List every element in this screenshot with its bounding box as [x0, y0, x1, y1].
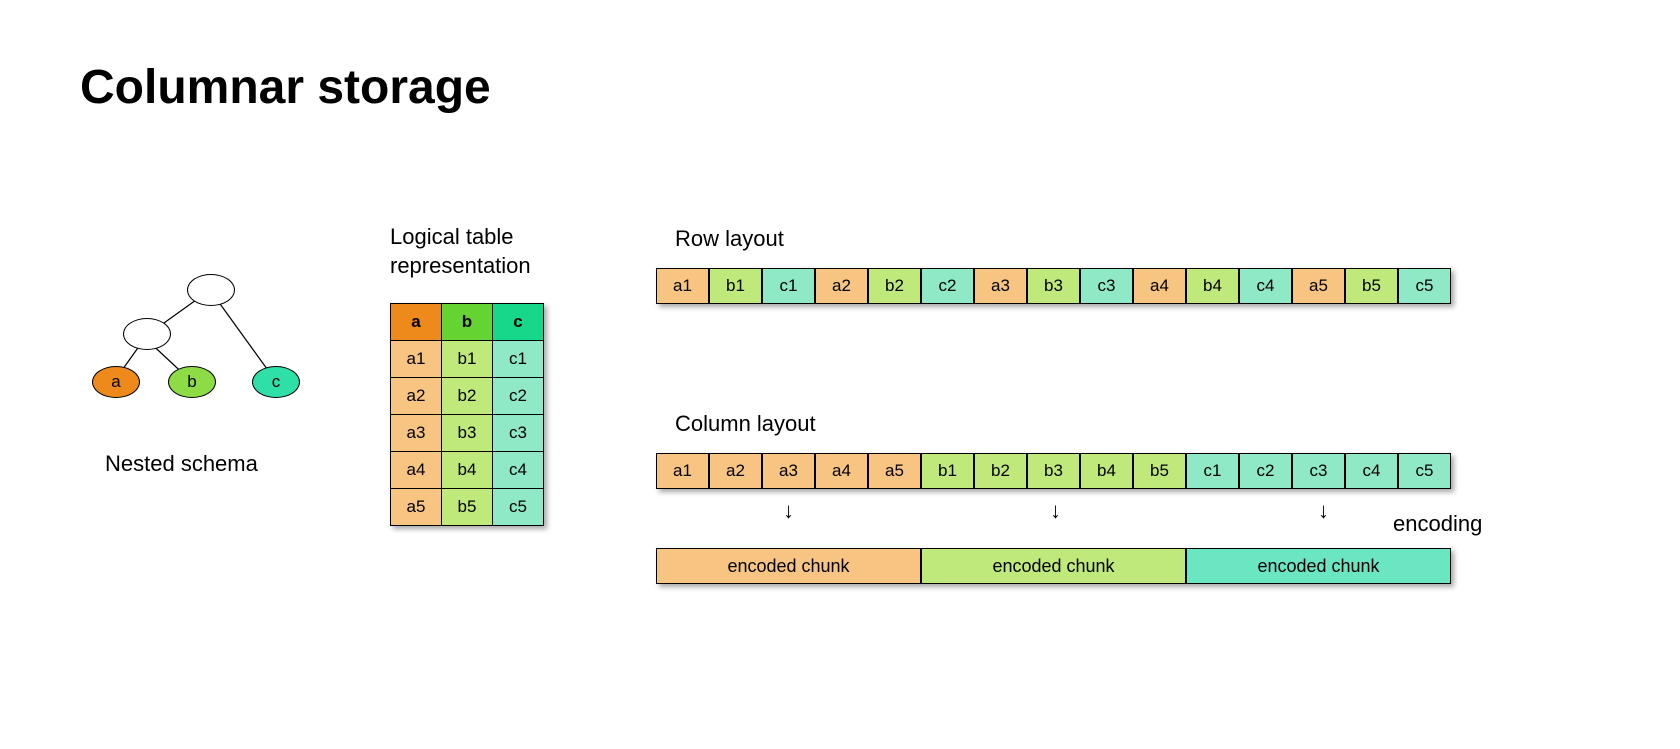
table-row: a3 b3 c3: [391, 415, 544, 452]
col-cell: a2: [709, 453, 762, 489]
tree-leaf-c: c: [252, 366, 300, 398]
row-cell: b2: [868, 268, 921, 304]
row-cell: a4: [1133, 268, 1186, 304]
row-cell: b5: [1345, 268, 1398, 304]
col-cell: b1: [921, 453, 974, 489]
cell: c2: [493, 378, 544, 415]
nested-schema-tree: a b c: [90, 268, 325, 428]
encoding-label: encoding: [1393, 510, 1482, 539]
table-row: a5 b5 c5: [391, 489, 544, 526]
cell: b3: [442, 415, 493, 452]
row-cell: c2: [921, 268, 974, 304]
col-cell: b2: [974, 453, 1027, 489]
col-cell: c1: [1186, 453, 1239, 489]
cell: a1: [391, 341, 442, 378]
cell: b4: [442, 452, 493, 489]
cell: a2: [391, 378, 442, 415]
col-cell: c4: [1345, 453, 1398, 489]
row-cell: b3: [1027, 268, 1080, 304]
encoded-chunk: encoded chunk: [656, 548, 921, 584]
cell: a5: [391, 489, 442, 526]
col-cell: c5: [1398, 453, 1451, 489]
col-cell: b5: [1133, 453, 1186, 489]
tree-leaf-a: a: [92, 366, 140, 398]
col-cell: b3: [1027, 453, 1080, 489]
encoded-chunk: encoded chunk: [1186, 548, 1451, 584]
nested-schema-caption: Nested schema: [105, 450, 258, 479]
cell: c3: [493, 415, 544, 452]
logical-table: a b c a1 b1 c1 a2 b2 c2 a3 b3 c3 a4 b4 c…: [390, 303, 544, 526]
col-cell: a5: [868, 453, 921, 489]
cell: c4: [493, 452, 544, 489]
col-header-b: b: [442, 304, 493, 341]
row-cell: b4: [1186, 268, 1239, 304]
table-row: a2 b2 c2: [391, 378, 544, 415]
row-cell: c4: [1239, 268, 1292, 304]
logical-caption-l2: representation: [390, 253, 531, 278]
encoded-chunks-strip: encoded chunkencoded chunkencoded chunk: [656, 548, 1451, 584]
row-cell: a3: [974, 268, 1027, 304]
row-cell: c5: [1398, 268, 1451, 304]
down-arrow-icon: ↓: [783, 498, 794, 524]
cell: b2: [442, 378, 493, 415]
row-cell: a1: [656, 268, 709, 304]
tree-inner-node: [123, 318, 171, 350]
cell: c5: [493, 489, 544, 526]
table-row: a4 b4 c4: [391, 452, 544, 489]
row-cell: b1: [709, 268, 762, 304]
col-cell: c3: [1292, 453, 1345, 489]
row-cell: c1: [762, 268, 815, 304]
down-arrow-icon: ↓: [1318, 498, 1329, 524]
row-layout-strip: a1b1c1a2b2c2a3b3c3a4b4c4a5b5c5: [656, 268, 1451, 304]
row-cell: a2: [815, 268, 868, 304]
cell: a3: [391, 415, 442, 452]
slide-title: Columnar storage: [80, 60, 491, 115]
table-row: a1 b1 c1: [391, 341, 544, 378]
cell: a4: [391, 452, 442, 489]
logical-caption-l1: Logical table: [390, 224, 514, 249]
col-cell: a3: [762, 453, 815, 489]
cell: b5: [442, 489, 493, 526]
col-header-c: c: [493, 304, 544, 341]
row-cell: a5: [1292, 268, 1345, 304]
col-cell: c2: [1239, 453, 1292, 489]
col-cell: a1: [656, 453, 709, 489]
tree-leaf-b: b: [168, 366, 216, 398]
row-cell: c3: [1080, 268, 1133, 304]
col-cell: b4: [1080, 453, 1133, 489]
encoded-chunk: encoded chunk: [921, 548, 1186, 584]
column-layout-label: Column layout: [675, 410, 816, 439]
cell: b1: [442, 341, 493, 378]
logical-table-caption: Logical table representation: [390, 223, 531, 280]
row-layout-label: Row layout: [675, 225, 784, 254]
tree-root-node: [187, 274, 235, 306]
col-cell: a4: [815, 453, 868, 489]
column-layout-strip: a1a2a3a4a5b1b2b3b4b5c1c2c3c4c5: [656, 453, 1451, 489]
table-header-row: a b c: [391, 304, 544, 341]
cell: c1: [493, 341, 544, 378]
col-header-a: a: [391, 304, 442, 341]
down-arrow-icon: ↓: [1050, 498, 1061, 524]
